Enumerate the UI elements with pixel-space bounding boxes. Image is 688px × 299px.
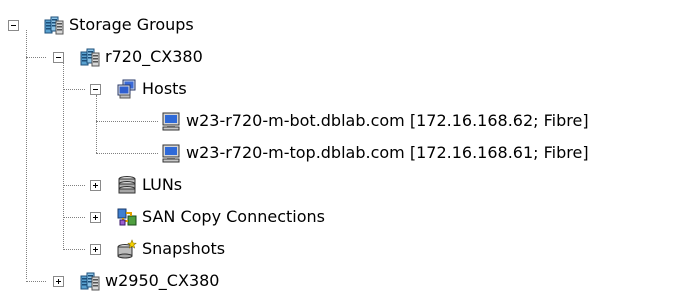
snapshots-icon xyxy=(117,239,137,259)
tree-node-label: w23-r720-m-bot.dblab.com [172.16.168.62;… xyxy=(186,111,589,130)
tree-node-host-top[interactable]: w23-r720-m-top.dblab.com [172.16.168.61;… xyxy=(161,141,589,165)
luns-icon xyxy=(117,175,137,195)
storage-group-icon xyxy=(80,47,100,67)
collapse-toggle-hosts[interactable] xyxy=(90,84,101,95)
tree-node-label: Snapshots xyxy=(142,239,226,258)
tree-node-label: Storage Groups xyxy=(69,15,194,34)
tree-node-label: w2950_CX380 xyxy=(105,271,220,290)
tree-node-w2950-cx380[interactable]: w2950_CX380 xyxy=(80,269,219,293)
tree-node-label: Hosts xyxy=(142,79,187,98)
tree-node-label: r720_CX380 xyxy=(105,47,203,66)
tree-node-luns[interactable]: LUNs xyxy=(117,173,182,197)
storage-group-icon xyxy=(80,271,100,291)
expand-toggle-snapshots[interactable] xyxy=(90,244,101,255)
tree-line xyxy=(96,95,97,153)
tree-line xyxy=(26,57,46,58)
tree-line xyxy=(26,281,46,282)
expand-toggle-luns[interactable] xyxy=(90,180,101,191)
host-computer-icon xyxy=(161,111,181,131)
storage-group-icon xyxy=(44,15,64,35)
tree-node-snapshots[interactable]: Snapshots xyxy=(117,237,225,261)
expand-toggle-san-copy[interactable] xyxy=(90,212,101,223)
collapse-toggle-storage-groups[interactable] xyxy=(8,20,19,31)
tree-line xyxy=(63,185,85,186)
tree-node-label: SAN Copy Connections xyxy=(142,207,325,226)
tree-line xyxy=(26,30,27,279)
tree-node-storage-groups[interactable]: Storage Groups xyxy=(44,13,194,37)
hosts-icon xyxy=(117,79,137,99)
tree-node-host-bot[interactable]: w23-r720-m-bot.dblab.com [172.16.168.62;… xyxy=(161,109,589,133)
tree-line xyxy=(63,63,64,250)
san-copy-icon xyxy=(117,207,137,227)
tree-line xyxy=(96,153,158,154)
tree-node-label: LUNs xyxy=(142,175,183,194)
tree-line xyxy=(63,89,85,90)
tree-node-r720-cx380[interactable]: r720_CX380 xyxy=(80,45,203,69)
tree-node-san-copy[interactable]: SAN Copy Connections xyxy=(117,205,325,229)
tree-node-hosts[interactable]: Hosts xyxy=(117,77,187,101)
tree-line xyxy=(63,217,85,218)
collapse-toggle-r720[interactable] xyxy=(53,52,64,63)
host-computer-icon xyxy=(161,143,181,163)
tree-line xyxy=(96,121,158,122)
expand-toggle-w2950[interactable] xyxy=(53,276,64,287)
tree-line xyxy=(63,249,85,250)
storage-tree: Storage Groups r720_CX380 Hosts w23-r720… xyxy=(0,0,688,299)
tree-node-label: w23-r720-m-top.dblab.com [172.16.168.61;… xyxy=(186,143,589,162)
